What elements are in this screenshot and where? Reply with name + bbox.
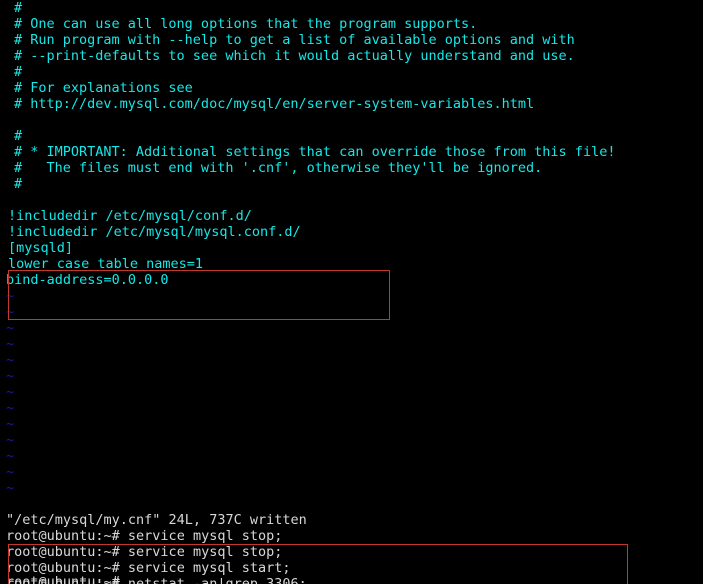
config-includedir-line: !includedir /etc/mysql/mysql.conf.d/: [8, 224, 301, 240]
config-comment-line: #: [14, 64, 23, 80]
vim-empty-line-marker: ~: [6, 432, 15, 448]
config-comment-line: #: [14, 128, 23, 144]
config-lower-case-table-names: lower_case_table_names=1: [8, 256, 204, 272]
vim-empty-line-marker: ~: [6, 384, 15, 400]
config-comment-line: # One can use all long options that the …: [14, 16, 478, 32]
terminal-screen[interactable]: # # One can use all long options that th…: [0, 0, 703, 584]
config-comment-line: # Run program with --help to get a list …: [14, 32, 575, 48]
config-comment-line: # http://dev.mysql.com/doc/mysql/en/serv…: [14, 96, 535, 112]
vim-empty-line-marker: ~: [6, 288, 15, 304]
shell-prompt: root@ubuntu:~#: [6, 560, 128, 576]
vim-empty-line-marker: ~: [6, 400, 15, 416]
config-includedir-line: !includedir /etc/mysql/conf.d/: [8, 208, 252, 224]
terminal-text-area[interactable]: # # One can use all long options that th…: [0, 0, 703, 584]
config-section-header: [mysqld]: [8, 240, 74, 256]
shell-prompt: root@ubuntu:~#: [6, 544, 128, 560]
shell-command-line: root@ubuntu:~# service mysql stop;: [0, 544, 703, 560]
trailing-prompt-clip: root@ubuntu:~#: [0, 576, 703, 584]
vim-empty-line-marker: ~: [6, 320, 15, 336]
config-blank-line: [0, 192, 703, 208]
config-comment-line: #: [14, 0, 23, 16]
shell-trailing-prompt: root@ubuntu:~#: [6, 576, 120, 584]
config-bind-address: bind-address=0.0.0.0: [6, 272, 169, 288]
shell-command-line: root@ubuntu:~# service mysql stop;: [0, 528, 703, 544]
vim-empty-line-marker: ~: [6, 416, 15, 432]
config-blank-line: [0, 112, 703, 128]
vim-write-status-line: "/etc/mysql/my.cnf" 24L, 737C written: [6, 512, 307, 528]
vim-empty-line-marker: ~: [6, 464, 15, 480]
vim-empty-line-marker: ~: [6, 352, 15, 368]
shell-command-text: service mysql stop;: [127, 544, 283, 560]
vim-empty-line-marker: ~: [6, 368, 15, 384]
config-comment-line: # For explanations see: [14, 80, 193, 96]
config-comment-line: # --print-defaults to see which it would…: [14, 48, 575, 64]
vim-empty-line-marker: ~: [6, 448, 15, 464]
shell-command-text: service mysql stop;: [127, 528, 283, 544]
config-comment-line: # The files must end with '.cnf', otherw…: [14, 160, 543, 176]
vim-empty-line-marker: ~: [6, 480, 15, 496]
shell-command-text: service mysql start;: [127, 560, 291, 576]
shell-command-line: root@ubuntu:~# service mysql start;: [0, 560, 703, 576]
vim-empty-line-marker: ~: [6, 304, 15, 320]
shell-prompt: root@ubuntu:~#: [6, 528, 128, 544]
vim-empty-line-marker: ~: [6, 336, 15, 352]
config-comment-line: # * IMPORTANT: Additional settings that …: [14, 144, 616, 160]
config-comment-line: #: [14, 176, 23, 192]
